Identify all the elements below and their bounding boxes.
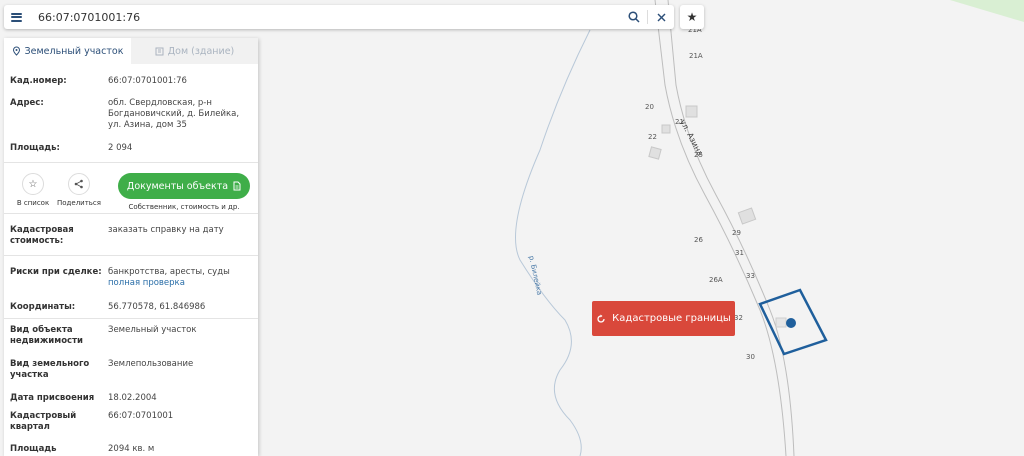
documents-block: Документы объекта Собственник, стоимость… [118,173,250,211]
field-label: Адрес: [10,98,44,108]
address-value: обл. Свердловская, р-н Богдановичский, д… [108,98,240,130]
search-input[interactable] [28,6,621,28]
parcel-marker[interactable] [786,318,796,328]
field-label: Вид земельного участка [10,359,90,380]
house-number: 21А [689,52,703,60]
full-check-link[interactable]: полная проверка [108,278,185,288]
quarter-value: 66:07:0701001 [108,411,174,421]
documents-button[interactable]: Документы объекта [118,173,250,199]
cad-number-row: Кад.номер: 66:07:0701001:76 [4,76,258,98]
add-to-list-button[interactable]: ☆ В список [10,173,56,207]
tab-label: Дом (здание) [167,45,235,57]
close-icon [657,13,665,21]
cadastral-button-label: Кадастровые границы [612,313,731,324]
land-type-value: Землепользование [108,359,194,369]
documents-caption: Собственник, стоимость и др. [128,203,240,211]
house-number: 26 [694,236,703,244]
house-number: 29 [732,229,741,237]
house-number: 33 [746,272,755,280]
cad-number-link[interactable]: 66:07:0701001:76 [108,76,252,98]
coords-row: Координаты: 56.770578, 61.846986 [4,302,258,318]
documents-button-label: Документы объекта [126,180,229,192]
area-refined-value: 2094 кв. м [108,444,155,454]
actions-row: ☆ В список Поделиться Документы объекта … [4,173,258,213]
field-label: Кадастровая стоимость: [10,225,74,246]
field-label: Дата присвоения [10,393,95,403]
map-pin-icon [12,46,20,56]
date-value: 18.02.2004 [108,393,157,403]
object-info-panel: Земельный участок Дом (здание) Кад.номер… [4,38,258,456]
land-type-row: Вид земельного участка Землепользование [4,359,258,393]
favorites-button[interactable]: ★ [680,5,704,29]
share-button[interactable]: Поделиться [56,173,102,207]
address-row: Адрес: обл. Свердловская, р-н Богданович… [4,98,258,143]
risks-value: банкротства, аресты, суды полная проверк… [108,267,252,291]
star-outline-icon: ☆ [22,173,44,195]
river-line [515,29,591,456]
field-label: Вид объекта недвижимости [10,325,83,346]
cadastral-boundaries-button[interactable]: Кадастровые границы [592,301,735,336]
road-right [667,0,795,456]
risks-text: банкротства, аресты, суды [108,267,230,277]
field-label: Площадь: [10,143,60,153]
field-label: Площадь уточненная [10,444,67,456]
tab-label: Земельный участок [24,45,124,57]
date-row: Дата присвоения 18.02.2004 [4,393,258,411]
building [661,124,671,134]
field-label: Координаты: [10,302,76,312]
menu-button[interactable] [4,5,28,29]
cad-value-row: Кадастровая стоимость: заказать справку … [4,225,258,255]
search-bar [4,5,674,29]
tab-land-plot[interactable]: Земельный участок [4,38,131,64]
tab-bar: Земельный участок Дом (здание) [4,38,258,64]
building [648,146,662,160]
refresh-icon [597,314,605,323]
house-number: 30 [746,353,755,361]
field-label: Кадастровый квартал [10,411,77,432]
building [775,317,787,328]
area-row: Площадь: 2 094 [4,143,258,162]
order-report-link[interactable]: заказать справку на дату [108,225,252,255]
search-icon [628,11,640,23]
quarter-row: Кадастровый квартал 66:07:0701001 [4,411,258,444]
object-type-value: Земельный участок [108,325,197,335]
building [685,105,698,118]
building [737,207,757,225]
coords-value: 56.770578, 61.846986 [108,302,206,312]
action-caption: Поделиться [57,199,101,207]
forest-area [950,0,1024,22]
field-label: Кад.номер: [10,76,67,86]
search-button[interactable] [621,5,647,29]
risks-row: Риски при сделке: банкротства, аресты, с… [4,267,258,291]
house-number: 32 [734,314,743,322]
document-icon [233,181,241,191]
share-icon [68,173,90,195]
house-number: 26А [709,276,723,284]
house-number: 22 [648,133,657,141]
building-icon [155,47,164,55]
house-number: 20 [645,103,654,111]
star-icon: ★ [686,10,698,24]
area-value: 2 094 [108,143,133,153]
house-number: 31 [735,249,744,257]
menu-icon [10,12,22,22]
tab-building[interactable]: Дом (здание) [131,38,258,64]
clear-button[interactable] [648,5,674,29]
object-type-row: Вид объекта недвижимости Земельный участ… [4,325,258,359]
action-caption: В список [16,199,50,207]
field-label: Риски при сделке: [10,267,102,277]
area-refined-row: Площадь уточненная 2094 кв. м [4,444,258,456]
